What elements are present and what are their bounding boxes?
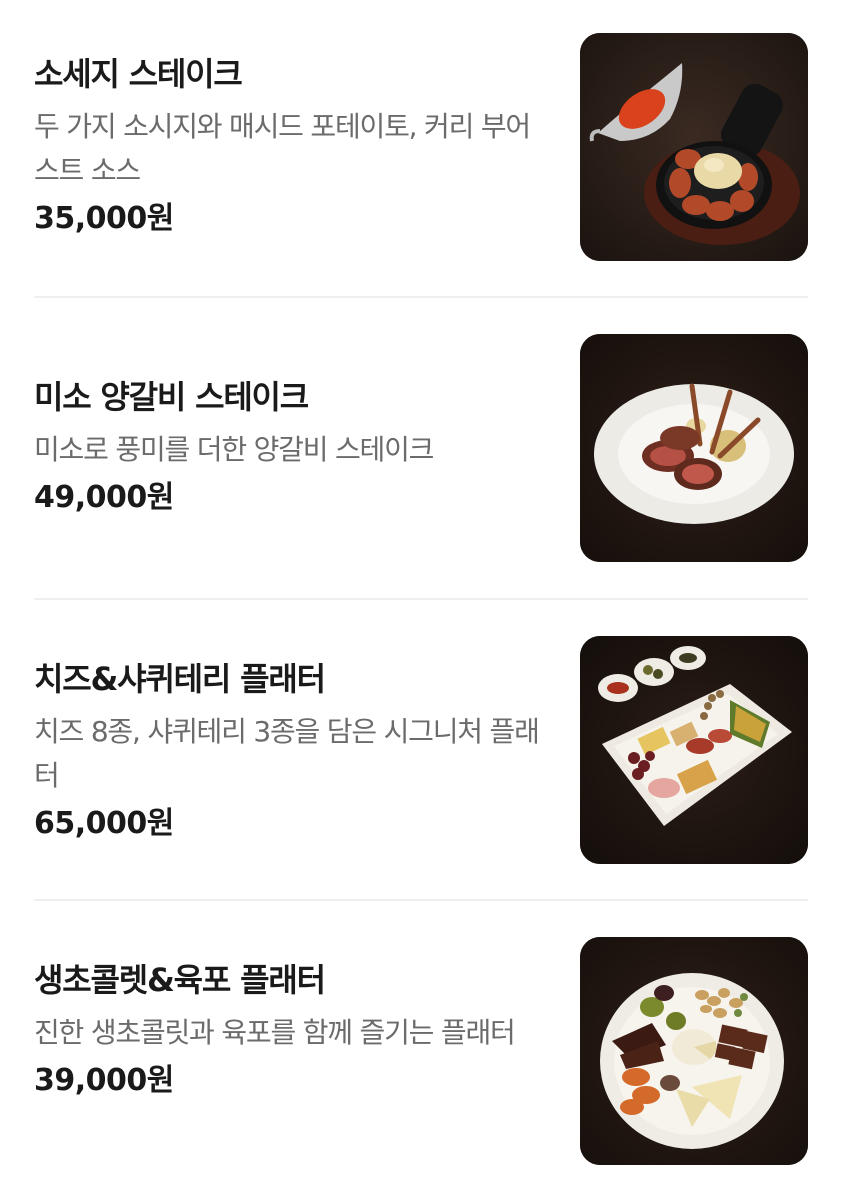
divider <box>34 296 808 298</box>
menu-item-description: 미소로 풍미를 더한 양갈비 스테이크 <box>34 433 434 466</box>
menu-item-description: 치즈 8종, 샤퀴테리 3종을 담은 시그니처 플래터 <box>34 715 540 792</box>
cheese-charcuterie-platter-photo <box>580 636 808 864</box>
divider <box>34 899 808 901</box>
divider <box>34 598 808 600</box>
menu-item-name: 치즈&샤퀴테리 플래터 <box>34 660 326 698</box>
menu-item-name: 생초콜렛&육포 플래터 <box>34 961 326 999</box>
menu-item-photo[interactable] <box>580 636 808 864</box>
menu-item[interactable]: 소세지 스테이크 두 가지 소시지와 매시드 포테이토, 커리 부어스트 소스 … <box>34 33 808 263</box>
menu-item[interactable]: 치즈&샤퀴테리 플래터 치즈 8종, 샤퀴테리 3종을 담은 시그니처 플래터 … <box>34 636 808 866</box>
menu-item-price: 35,000원 <box>34 201 174 236</box>
chocolate-jerky-platter-photo <box>580 937 808 1165</box>
menu-item-photo[interactable] <box>580 937 808 1165</box>
menu-item-text: 미소 양갈비 스테이크 미소로 풍미를 더한 양갈비 스테이크 49,000원 <box>34 334 554 518</box>
menu-item[interactable]: 미소 양갈비 스테이크 미소로 풍미를 더한 양갈비 스테이크 49,000원 <box>34 334 808 564</box>
menu-item-description: 두 가지 소시지와 매시드 포테이토, 커리 부어스트 소스 <box>34 110 531 187</box>
sausage-steak-photo <box>580 33 808 261</box>
menu-item-price: 65,000원 <box>34 806 174 841</box>
menu-item-photo[interactable] <box>580 334 808 562</box>
menu-item-text: 생초콜렛&육포 플래터 진한 생초콜릿과 육포를 함께 즐기는 플래터 39,0… <box>34 937 554 1101</box>
menu-item-photo[interactable] <box>580 33 808 261</box>
menu-item-price: 49,000원 <box>34 480 174 515</box>
menu-item-name: 소세지 스테이크 <box>34 55 243 93</box>
menu-item[interactable]: 생초콜렛&육포 플래터 진한 생초콜릿과 육포를 함께 즐기는 플래터 39,0… <box>34 937 808 1167</box>
miso-lamb-chop-photo <box>580 334 808 562</box>
menu-item-price: 39,000원 <box>34 1063 174 1098</box>
menu-list: 소세지 스테이크 두 가지 소시지와 매시드 포테이토, 커리 부어스트 소스 … <box>0 0 842 1200</box>
menu-item-name: 미소 양갈비 스테이크 <box>34 378 309 416</box>
menu-item-text: 소세지 스테이크 두 가지 소시지와 매시드 포테이토, 커리 부어스트 소스 … <box>34 33 554 239</box>
menu-item-text: 치즈&샤퀴테리 플래터 치즈 8종, 샤퀴테리 3종을 담은 시그니처 플래터 … <box>34 636 554 844</box>
menu-item-description: 진한 생초콜릿과 육포를 함께 즐기는 플래터 <box>34 1016 516 1049</box>
